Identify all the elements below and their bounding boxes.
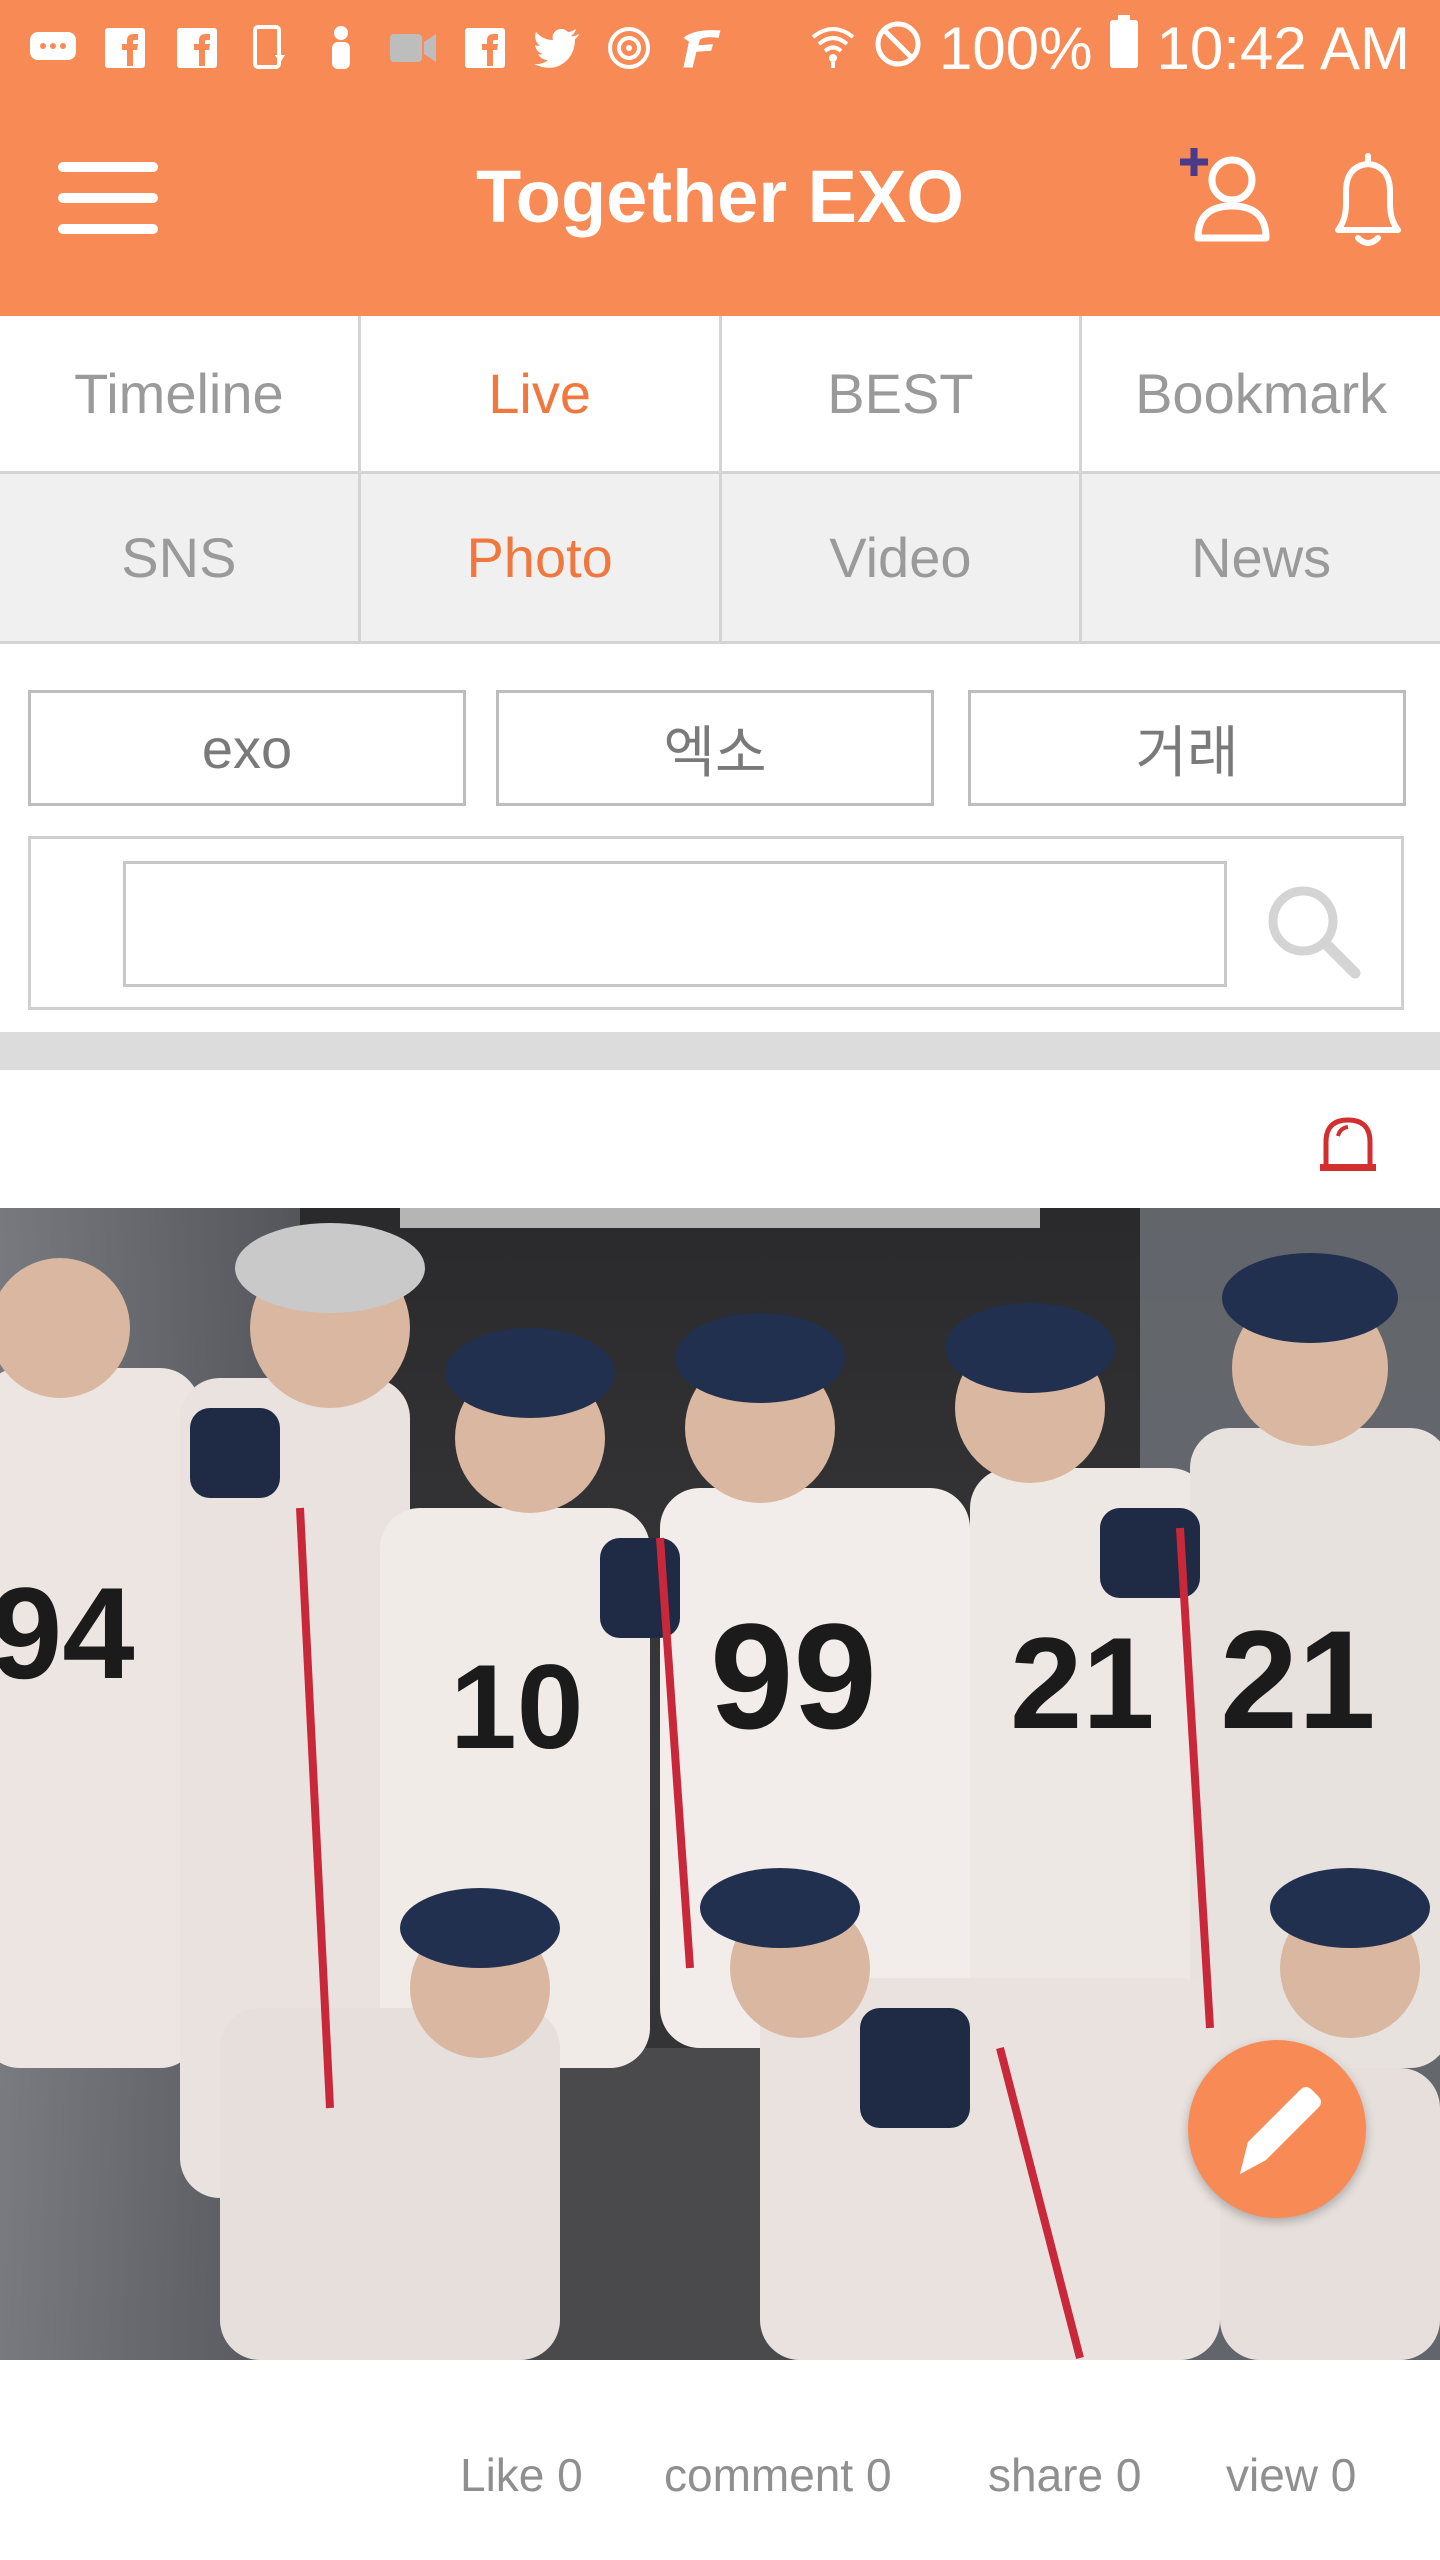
svg-text:21: 21 [1220, 1601, 1376, 1758]
secondary-tabs: SNS Photo Video News [0, 474, 1440, 644]
clock: 10:42 AM [1156, 14, 1410, 82]
svg-text:10: 10 [450, 1640, 583, 1774]
twitter-icon [532, 23, 582, 73]
tab-news[interactable]: News [1082, 474, 1440, 641]
svg-text:21: 21 [1010, 1610, 1155, 1756]
sync-icon [604, 23, 654, 73]
phone-download-icon [244, 23, 294, 73]
share-count[interactable]: share 0 [988, 2448, 1141, 2502]
keyword-chip-exo[interactable]: exo [28, 690, 466, 806]
write-post-button[interactable] [1188, 2040, 1366, 2218]
like-count[interactable]: Like 0 [460, 2448, 583, 2502]
comment-count[interactable]: comment 0 [664, 2448, 892, 2502]
person-icon [316, 23, 366, 73]
video-icon [388, 23, 438, 73]
add-user-icon[interactable] [1178, 146, 1270, 246]
search-icon[interactable] [1263, 881, 1363, 981]
status-bar: 100% 10:42 AM [0, 0, 1440, 96]
battery-percent: 100% [939, 14, 1093, 82]
f-app-icon [676, 23, 726, 73]
bell-icon[interactable] [1330, 150, 1406, 250]
view-count[interactable]: view 0 [1226, 2448, 1356, 2502]
svg-text:94: 94 [0, 1560, 135, 1706]
search-input[interactable] [123, 861, 1227, 987]
search-bar [28, 836, 1404, 1010]
primary-tabs: Timeline Live BEST Bookmark [0, 316, 1440, 474]
system-status: 100% 10:42 AM [809, 12, 1410, 84]
pencil-icon [1240, 2087, 1321, 2174]
message-icon [28, 23, 78, 73]
post-header [0, 1070, 1440, 1208]
facebook-icon [460, 23, 510, 73]
post-stats: Like 0 comment 0 share 0 view 0 [0, 2360, 1440, 2560]
tab-best[interactable]: BEST [722, 316, 1083, 471]
facebook-icon [172, 23, 222, 73]
keyword-chip-trade[interactable]: 거래 [968, 690, 1406, 806]
tab-photo[interactable]: Photo [361, 474, 722, 641]
notification-icons [28, 18, 726, 78]
tab-sns[interactable]: SNS [0, 474, 361, 641]
keyword-chips: exo 엑소 거래 [28, 690, 1408, 806]
wifi-icon [809, 14, 857, 83]
tab-timeline[interactable]: Timeline [0, 316, 361, 471]
svg-text:99: 99 [710, 1592, 877, 1760]
battery-icon [1108, 14, 1140, 83]
tab-bookmark[interactable]: Bookmark [1082, 316, 1440, 471]
tab-video[interactable]: Video [722, 474, 1083, 641]
keyword-chip-exo-korean[interactable]: 엑소 [496, 690, 934, 806]
tab-live[interactable]: Live [361, 316, 722, 471]
app-bar: Together EXO [0, 96, 1440, 316]
section-divider [0, 1032, 1440, 1070]
alarm-siren-icon[interactable] [1316, 1114, 1380, 1174]
do-not-disturb-icon [873, 14, 923, 83]
facebook-icon [100, 23, 150, 73]
